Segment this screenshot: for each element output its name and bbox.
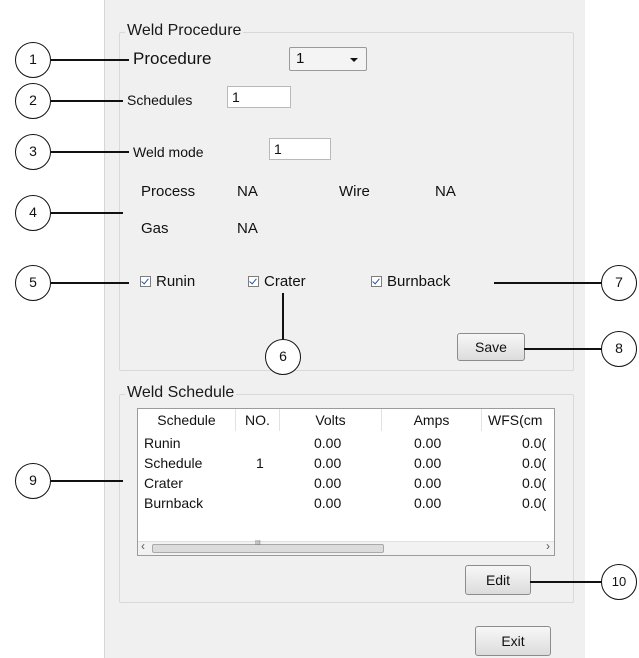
callout-3: 3 (15, 134, 51, 170)
callout-8: 8 (601, 331, 637, 367)
callout-10: 10 (601, 564, 637, 600)
table-row[interactable]: Burnback 0.00 0.00 0.0( (138, 493, 554, 513)
callout-6: 6 (265, 339, 301, 375)
callout-2: 2 (15, 83, 51, 119)
row-cell-volts: 0.00 (314, 435, 342, 451)
procedure-select[interactable]: 1 (289, 47, 367, 71)
schedules-input[interactable]: 1 (227, 86, 291, 108)
callout-1-leader (51, 59, 129, 61)
table-row[interactable]: Schedule 1 0.00 0.00 0.0( (138, 453, 554, 473)
process-label: Process (141, 183, 196, 200)
scrollbar-thumb[interactable]: III (152, 540, 384, 553)
scroll-left-arrow-icon[interactable]: ‹ (141, 539, 145, 553)
row-cell-volts: 0.00 (314, 475, 342, 491)
column-header-volts[interactable]: Volts (280, 409, 382, 431)
callout-5-leader (51, 282, 129, 284)
callout-4: 4 (15, 195, 51, 231)
row-cell-amps: 0.00 (414, 475, 442, 491)
column-header-no[interactable]: NO. (236, 409, 280, 431)
column-header-amps[interactable]: Amps (382, 409, 482, 431)
row-cell-schedule: Runin (144, 435, 181, 451)
callout-3-leader (51, 151, 129, 153)
row-cell-amps: 0.00 (414, 435, 442, 451)
weld-schedule-title: Weld Schedule (125, 384, 237, 402)
row-cell-amps: 0.00 (414, 495, 442, 511)
callout-6-leader (282, 293, 284, 339)
procedure-label: Procedure (133, 49, 212, 68)
row-cell-wfs: 0.0( (522, 495, 547, 511)
row-cell-schedule: Burnback (144, 495, 204, 511)
process-value: NA (237, 183, 258, 200)
exit-button[interactable]: Exit (475, 626, 551, 656)
row-cell-schedule: Crater (144, 475, 183, 491)
callout-9-leader (51, 480, 123, 482)
row-cell-no: 1 (256, 455, 264, 471)
weld-mode-label: Weld mode (133, 144, 204, 160)
weld-procedure-group (119, 32, 574, 371)
callout-2-leader (51, 100, 123, 102)
crater-label: Crater (264, 273, 306, 290)
callout-4-leader (51, 212, 123, 214)
runin-label: Runin (156, 273, 196, 290)
save-button[interactable]: Save (457, 333, 525, 361)
table-row[interactable]: Runin 0.00 0.00 0.0( (138, 433, 554, 453)
weld-procedure-title: Weld Procedure (125, 22, 244, 40)
callout-9: 9 (15, 463, 51, 499)
row-cell-wfs: 0.0( (522, 455, 547, 471)
burnback-label: Burnback (387, 273, 451, 290)
weld-schedule-table[interactable]: Schedule NO. Volts Amps WFS(cm Runin 0.0… (137, 408, 555, 556)
scrollbar-grip: III (255, 540, 261, 547)
procedure-select-value: 1 (296, 50, 305, 67)
weld-window: Weld Procedure Procedure 1 Schedules 1 W… (104, 0, 585, 658)
callout-10-leader (530, 581, 602, 583)
column-header-wfs[interactable]: WFS(cm (482, 409, 554, 431)
row-cell-amps: 0.00 (414, 455, 442, 471)
gas-label: Gas (141, 220, 169, 237)
wire-value: NA (435, 183, 456, 200)
row-cell-volts: 0.00 (314, 495, 342, 511)
callout-8-leader (524, 348, 602, 350)
burnback-checkbox[interactable] (371, 276, 382, 287)
gas-value: NA (237, 220, 258, 237)
callout-1: 1 (15, 42, 51, 78)
edit-button[interactable]: Edit (465, 565, 531, 595)
row-cell-wfs: 0.0( (522, 435, 547, 451)
callout-7-leader (494, 282, 602, 284)
crater-checkbox[interactable] (248, 276, 259, 287)
row-cell-volts: 0.00 (314, 455, 342, 471)
runin-checkbox[interactable] (140, 276, 151, 287)
schedules-label: Schedules (127, 92, 193, 108)
callout-7: 7 (601, 265, 637, 301)
row-cell-wfs: 0.0( (522, 475, 547, 491)
horizontal-scrollbar[interactable]: ‹ III › (138, 539, 554, 555)
column-header-schedule[interactable]: Schedule (138, 409, 236, 431)
callout-5: 5 (15, 265, 51, 301)
scroll-right-arrow-icon[interactable]: › (546, 539, 550, 553)
chevron-down-icon (350, 58, 358, 62)
weld-mode-input[interactable]: 1 (269, 138, 331, 160)
wire-label: Wire (339, 183, 370, 200)
table-row[interactable]: Crater 0.00 0.00 0.0( (138, 473, 554, 493)
row-cell-schedule: Schedule (144, 455, 203, 471)
